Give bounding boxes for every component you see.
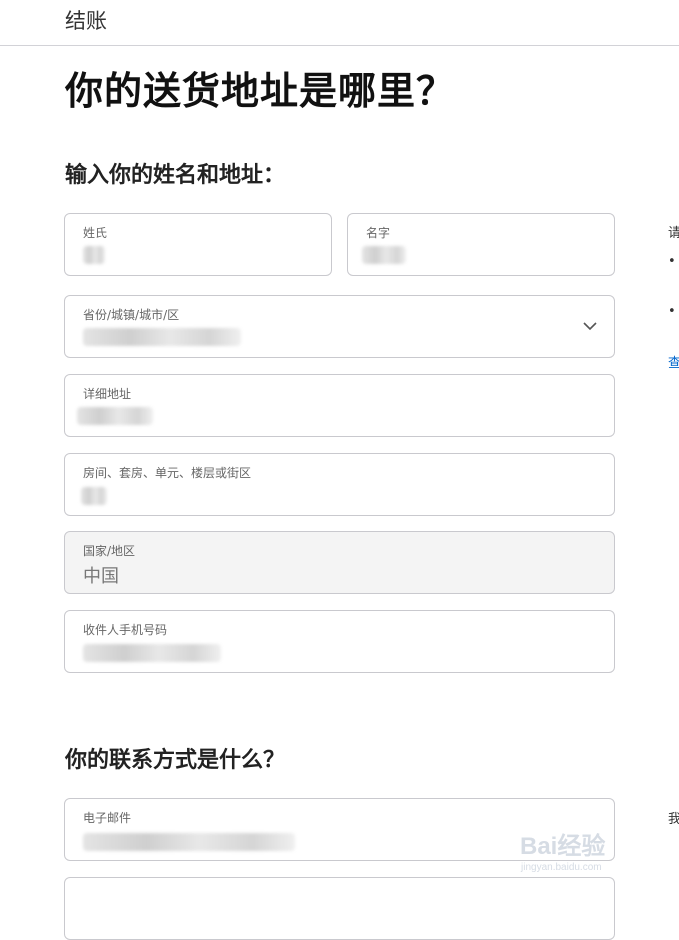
baidu-watermark: Bai经验 jingyan.baidu.com <box>515 818 665 878</box>
page-title: 你的送货地址是哪里？ <box>65 69 456 113</box>
watermark-main: Bai经验 <box>520 833 606 860</box>
side-bullet: • <box>668 254 676 269</box>
watermark-sub: jingyan.baidu.com <box>521 862 602 873</box>
last-name-field[interactable]: 姓氏 <box>64 213 332 276</box>
side-text: 我 <box>668 812 679 827</box>
contact-section-title: 你的联系方式是什么？ <box>65 748 286 773</box>
email-label: 电子邮件 <box>83 811 132 825</box>
redacted-value <box>83 246 105 264</box>
country-field: 国家/地区 中国 <box>64 531 615 594</box>
first-name-field[interactable]: 名字 <box>347 213 615 276</box>
redacted-value <box>362 246 406 264</box>
phone-label: 收件人手机号码 <box>83 623 168 637</box>
redacted-value <box>81 487 107 505</box>
address-section-title: 输入你的姓名和地址： <box>65 163 286 188</box>
phone-field[interactable]: 收件人手机号码 <box>64 610 615 673</box>
side-text: 请 <box>668 226 679 241</box>
chevron-down-icon[interactable] <box>582 318 598 334</box>
region-label: 省份/城镇/城市/区 <box>83 308 180 322</box>
country-label: 国家/地区 <box>83 544 136 558</box>
side-bullet: • <box>668 304 676 319</box>
first-name-label: 名字 <box>366 226 391 240</box>
side-link[interactable]: 查 <box>668 352 679 371</box>
next-field[interactable] <box>64 877 615 940</box>
unit-field[interactable]: 房间、套房、单元、楼层或街区 <box>64 453 615 516</box>
redacted-value <box>77 407 153 425</box>
checkout-header: 结账 <box>0 0 679 46</box>
last-name-label: 姓氏 <box>83 226 108 240</box>
redacted-value <box>83 833 295 851</box>
redacted-value <box>83 644 221 662</box>
header-title: 结账 <box>65 9 107 33</box>
redacted-value <box>83 328 241 346</box>
street-address-label: 详细地址 <box>83 387 132 401</box>
country-value: 中国 <box>83 566 119 587</box>
unit-label: 房间、套房、单元、楼层或街区 <box>83 466 252 480</box>
region-select[interactable]: 省份/城镇/城市/区 <box>64 295 615 358</box>
street-address-field[interactable]: 详细地址 <box>64 374 615 437</box>
